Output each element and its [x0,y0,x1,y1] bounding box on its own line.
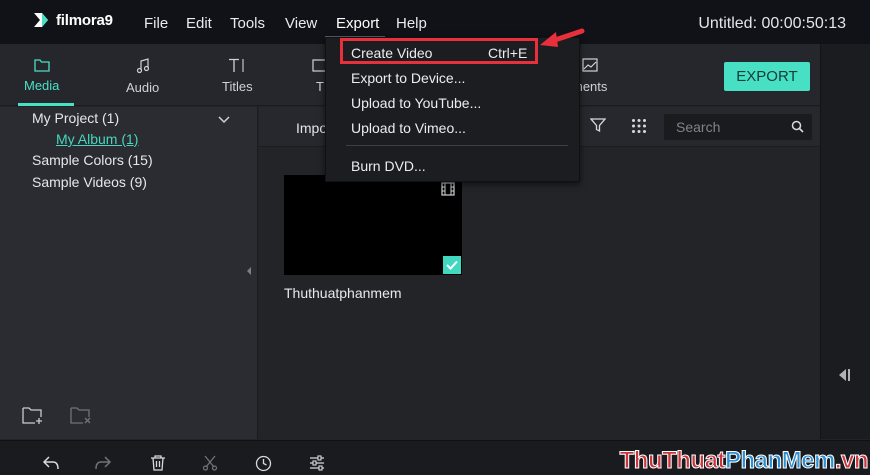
tab-audio-label: Audio [126,80,160,95]
tree-item-sample-colors[interactable]: Sample Colors (15) [32,152,153,168]
menu-item-upload-youtube[interactable]: Upload to YouTube... [351,95,481,111]
speed-clock-icon[interactable] [255,455,272,472]
search-placeholder: Search [676,119,721,135]
tab-transitions-label: T [316,79,324,94]
tree-item-my-album[interactable]: My Album (1) [56,131,138,147]
menu-view[interactable]: View [285,15,317,32]
menu-tools[interactable]: Tools [230,15,265,32]
filmora-logo-icon [34,13,48,27]
watermark-part-1: ThuThuat [619,447,726,475]
text-icon [229,58,244,72]
undo-icon[interactable] [42,455,60,471]
watermark-part-2: PhanMem [724,447,835,475]
tab-media-label: Media [24,78,60,93]
filter-icon[interactable] [590,117,606,133]
project-title-timecode: Untitled: 00:00:50:13 [698,15,846,32]
tab-media[interactable]: Media [24,58,59,93]
search-icon[interactable] [791,120,804,133]
logo-text: filmora9 [56,11,113,29]
tab-audio[interactable]: Audio [126,58,159,95]
collapse-panel-icon[interactable] [836,367,852,383]
menu-help[interactable]: Help [396,15,427,32]
active-tab-indicator [18,103,74,106]
delete-icon[interactable] [150,455,166,471]
adjust-sliders-icon[interactable] [309,455,325,471]
watermark-part-3: .vn [834,447,869,475]
tree-item-sample-videos[interactable]: Sample Videos (9) [32,174,147,190]
menu-item-export-to-device[interactable]: Export to Device... [351,70,465,86]
chevron-down-icon[interactable] [218,115,230,125]
cut-icon[interactable] [202,455,218,471]
annotation-highlight-box [340,38,538,64]
menu-item-burn-dvd[interactable]: Burn DVD... [351,158,426,174]
music-note-icon [136,58,149,74]
menu-export[interactable]: Export [336,15,379,32]
add-folder-icon[interactable] [22,405,44,425]
annotation-arrow-icon [540,28,585,47]
collapse-library-icon[interactable] [246,266,252,276]
menu-item-upload-vimeo[interactable]: Upload to Vimeo... [351,120,466,136]
import-button[interactable]: Impo [296,120,327,136]
delete-folder-icon[interactable] [70,405,92,425]
video-clip-icon [441,182,455,196]
tab-titles-label: Titles [222,79,253,94]
clip-used-check-icon [443,256,461,274]
clip-name[interactable]: Thuthuatphanmem [284,285,402,301]
app-logo: filmora9 [32,10,113,30]
menu-separator [346,145,568,146]
tree-item-my-project[interactable]: My Project (1) [32,110,119,126]
search-input[interactable]: Search [664,114,812,140]
grid-view-icon[interactable] [631,118,647,134]
tab-titles[interactable]: Titles [222,58,253,94]
redo-icon[interactable] [94,455,112,471]
media-clip-thumbnail[interactable] [284,175,462,275]
elements-icon [582,58,598,72]
export-button[interactable]: EXPORT [724,62,810,91]
folder-icon [34,59,50,72]
filmora-window: filmora9 File Edit Tools View Export Hel… [0,0,870,475]
menu-edit[interactable]: Edit [186,15,212,32]
watermark-logo: ThuThuatPhanMem.vn [619,447,869,475]
menu-file[interactable]: File [144,15,168,32]
